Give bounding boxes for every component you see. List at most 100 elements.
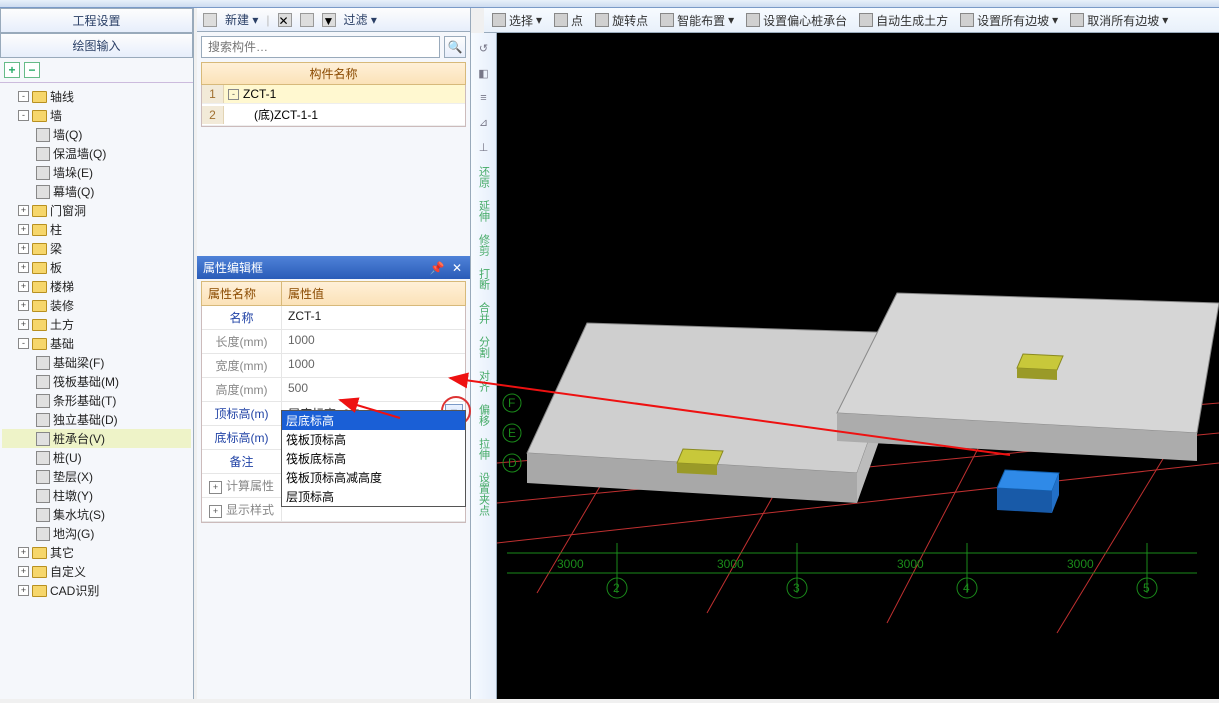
3d-viewport[interactable]: 3000 3000 3000 3000 2 3 4 5 F E D xyxy=(497,33,1219,699)
new-button[interactable]: 新建 ▾ xyxy=(225,11,258,28)
vtool[interactable]: 设置夹点 xyxy=(475,469,493,519)
dropdown-option[interactable]: 筏板顶标高 xyxy=(282,430,465,449)
property-row[interactable]: 宽度(mm)1000 xyxy=(202,354,465,378)
vtool[interactable]: 修剪 xyxy=(475,231,493,259)
vtool-icon[interactable]: ⊥ xyxy=(475,138,493,157)
search-go-button[interactable]: 🔍 xyxy=(444,36,466,58)
tool-cancel-slope[interactable]: 取消所有边坡 ▾ xyxy=(1070,12,1168,29)
tree-item[interactable]: +板 xyxy=(2,258,191,277)
tree-item[interactable]: +CAD识别 xyxy=(2,581,191,600)
tree-item[interactable]: 墙(Q) xyxy=(2,125,191,144)
property-value[interactable]: 500 xyxy=(282,378,465,401)
twisty-icon[interactable]: + xyxy=(18,262,29,273)
collapse-all-button[interactable]: − xyxy=(24,62,40,78)
tree-item[interactable]: +其它 xyxy=(2,543,191,562)
twisty-icon[interactable]: - xyxy=(228,89,239,100)
tree-item[interactable]: +楼梯 xyxy=(2,277,191,296)
delete-icon[interactable]: ✕ xyxy=(278,13,292,27)
tree-item[interactable]: 墙垛(E) xyxy=(2,163,191,182)
property-row[interactable]: 长度(mm)1000 xyxy=(202,330,465,354)
twisty-icon[interactable]: + xyxy=(18,205,29,216)
vtool[interactable]: 偏移 xyxy=(475,401,493,429)
tree-item[interactable]: 桩(U) xyxy=(2,448,191,467)
twisty-icon[interactable]: + xyxy=(18,224,29,235)
twisty-icon[interactable]: + xyxy=(18,243,29,254)
tree-item[interactable]: 独立基础(D) xyxy=(2,410,191,429)
twisty-icon[interactable]: - xyxy=(18,110,29,121)
property-name: 底标高(m) xyxy=(202,426,282,449)
property-value[interactable]: ZCT-1 xyxy=(282,306,465,329)
tool-eccentric[interactable]: 设置偏心桩承台 xyxy=(746,12,847,29)
vtool-icon[interactable]: ↺ xyxy=(475,39,493,58)
tool-smart-layout[interactable]: 智能布置 ▾ xyxy=(660,12,734,29)
tree-item[interactable]: 柱墩(Y) xyxy=(2,486,191,505)
twisty-icon[interactable]: + xyxy=(18,547,29,558)
tool-set-slope[interactable]: 设置所有边坡 ▾ xyxy=(960,12,1058,29)
expand-all-button[interactable]: + xyxy=(4,62,20,78)
tool-select[interactable]: 选择 ▾ xyxy=(492,12,542,29)
copy-icon[interactable] xyxy=(300,13,314,27)
twisty-icon[interactable]: + xyxy=(18,585,29,596)
tree-item[interactable]: +门窗洞 xyxy=(2,201,191,220)
twisty-icon[interactable]: + xyxy=(18,281,29,292)
twisty-icon[interactable]: - xyxy=(18,91,29,102)
tree-item[interactable]: - 基础 xyxy=(2,334,191,353)
tool-rotate-point[interactable]: 旋转点 xyxy=(595,12,648,29)
vtool[interactable]: 合并 xyxy=(475,299,493,327)
pin-icon[interactable]: 📌 xyxy=(430,261,444,275)
close-icon[interactable]: ✕ xyxy=(450,261,464,275)
search-input[interactable] xyxy=(201,36,440,58)
tree-item-label: 基础 xyxy=(50,335,74,352)
tool-point[interactable]: 点 xyxy=(554,12,583,29)
vtool[interactable]: 还原 xyxy=(475,163,493,191)
tree-item[interactable]: - 轴线 xyxy=(2,87,191,106)
twisty-icon[interactable]: - xyxy=(18,338,29,349)
tree-item[interactable]: 基础梁(F) xyxy=(2,353,191,372)
tree-item[interactable]: +自定义 xyxy=(2,562,191,581)
property-value[interactable]: 1000 xyxy=(282,330,465,353)
tree-item[interactable]: 集水坑(S) xyxy=(2,505,191,524)
property-row[interactable]: 高度(mm)500 xyxy=(202,378,465,402)
tree-item[interactable]: +柱 xyxy=(2,220,191,239)
vtool[interactable]: 分割 xyxy=(475,333,493,361)
twisty-icon[interactable]: + xyxy=(18,300,29,311)
elevation-dropdown-list[interactable]: 层底标高筏板顶标高筏板底标高筏板顶标高减高度层顶标高 xyxy=(281,410,466,507)
row-number: 1 xyxy=(202,85,224,103)
dropdown-option[interactable]: 层底标高 xyxy=(282,411,465,430)
tree-item[interactable]: +土方 xyxy=(2,315,191,334)
filter-button[interactable]: 过滤 ▾ xyxy=(344,11,377,28)
vtool-icon[interactable]: ◧ xyxy=(475,64,493,83)
twisty-icon[interactable]: + xyxy=(18,319,29,330)
leaf-icon xyxy=(36,166,50,180)
dropdown-option[interactable]: 筏板底标高 xyxy=(282,449,465,468)
tree-item[interactable]: 桩承台(V) xyxy=(2,429,191,448)
twisty-icon[interactable]: + xyxy=(18,566,29,577)
tree-item-label: 筏板基础(M) xyxy=(53,373,119,390)
tree-item[interactable]: 条形基础(T) xyxy=(2,391,191,410)
tab-project-settings[interactable]: 工程设置 xyxy=(0,8,193,33)
vtool[interactable]: 对齐 xyxy=(475,367,493,395)
tree-item[interactable]: 筏板基础(M) xyxy=(2,372,191,391)
tab-draw-input[interactable]: 绘图输入 xyxy=(0,33,193,58)
property-row[interactable]: 名称ZCT-1 xyxy=(202,306,465,330)
tree-item[interactable]: +装修 xyxy=(2,296,191,315)
tree-item-label: 桩(U) xyxy=(53,449,82,466)
vtool[interactable]: 拉伸 xyxy=(475,435,493,463)
tree-item[interactable]: 幕墙(Q) xyxy=(2,182,191,201)
component-row[interactable]: 2(底)ZCT-1-1 xyxy=(202,104,465,126)
component-row[interactable]: 1-ZCT-1 xyxy=(202,85,465,104)
tree-item[interactable]: -墙 xyxy=(2,106,191,125)
tool-auto-earth[interactable]: 自动生成土方 xyxy=(859,12,948,29)
vtool[interactable]: 延伸 xyxy=(475,197,493,225)
dropdown-option[interactable]: 层顶标高 xyxy=(282,487,465,506)
tree-item[interactable]: 保温墙(Q) xyxy=(2,144,191,163)
tree-item[interactable]: 地沟(G) xyxy=(2,524,191,543)
property-value[interactable]: 1000 xyxy=(282,354,465,377)
dropdown-option[interactable]: 筏板顶标高减高度 xyxy=(282,468,465,487)
vtool[interactable]: 打断 xyxy=(475,265,493,293)
tree-item-label: 轴线 xyxy=(50,88,74,105)
vtool-icon[interactable]: ≡ xyxy=(475,89,493,107)
tree-item[interactable]: 垫层(X) xyxy=(2,467,191,486)
tree-item[interactable]: +梁 xyxy=(2,239,191,258)
vtool-icon[interactable]: ⊿ xyxy=(475,113,493,132)
